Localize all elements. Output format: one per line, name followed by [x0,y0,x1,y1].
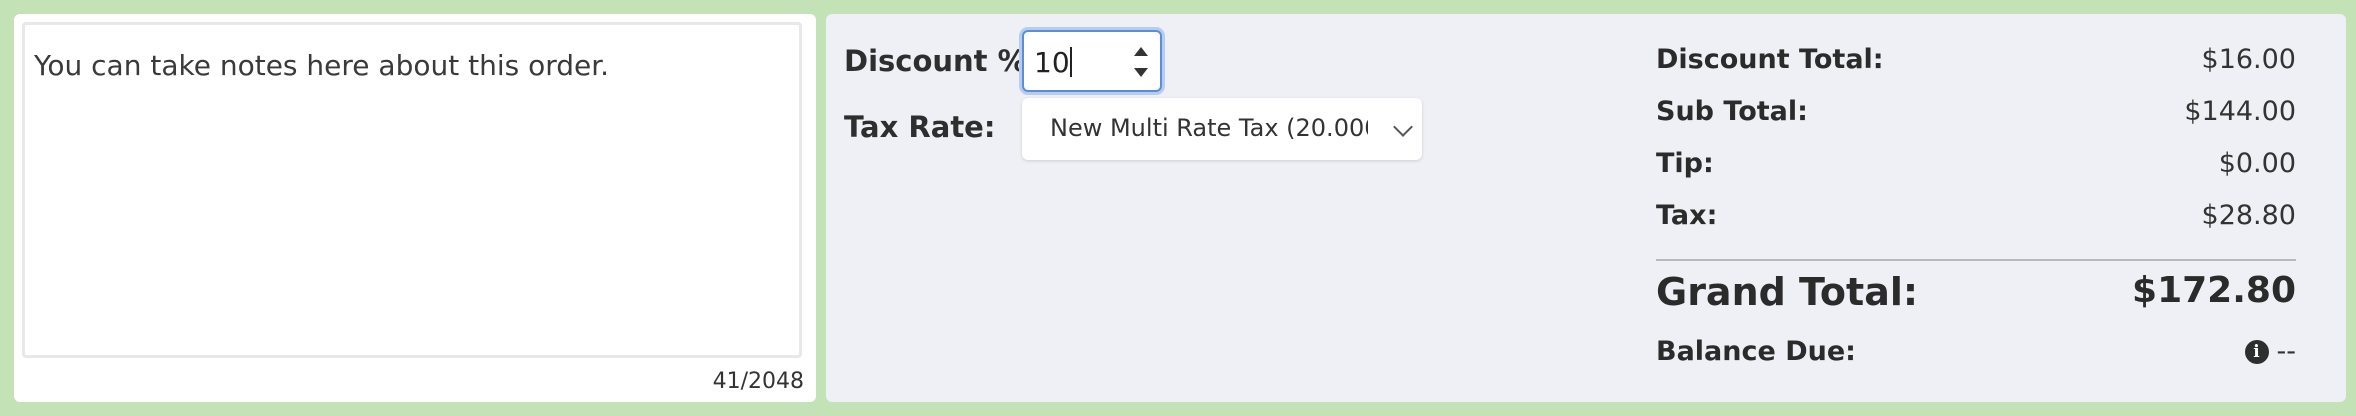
discount-percent-input[interactable]: 10 [1022,30,1162,92]
chevron-down-icon [1393,117,1413,137]
tax-rate-select[interactable]: New Multi Rate Tax (20.000% [1022,98,1422,160]
text-cursor [1069,47,1072,77]
tip-label: Tip: [1656,148,1714,179]
order-notes-panel: You can take notes here about this order… [14,14,816,402]
discount-percent-value: 10 [1034,46,1070,79]
order-notes-textarea[interactable]: You can take notes here about this order… [22,22,802,358]
tip-value: $0.00 [2218,148,2296,179]
balance-due: i -- [2244,336,2297,367]
grand-total-label: Grand Total: [1656,270,1919,314]
stepper-down-icon[interactable] [1134,68,1148,77]
info-icon[interactable]: i [2244,339,2269,364]
discount-total-value: $16.00 [2201,44,2296,75]
tax-amount-label: Tax: [1656,200,1718,231]
discount-total-label: Discount Total: [1656,44,1884,75]
stepper-arrows-icon[interactable] [1130,42,1152,82]
balance-due-value: -- [2276,336,2297,367]
tax-rate-label: Tax Rate: [844,110,996,144]
grand-total-value: $172.80 [2132,270,2296,311]
balance-due-label: Balance Due: [1656,336,1856,367]
totals-divider [1656,259,2296,261]
order-summary-panel: Discount %: 10 Tax Rate: New Multi Rate … [826,14,2346,402]
subtotal-value: $144.00 [2184,96,2296,127]
totals-summary: Discount Total: $16.00 Sub Total: $144.0… [1656,14,2296,402]
notes-char-count: 41/2048 [712,369,804,394]
tax-rate-selected-value: New Multi Rate Tax (20.000% [1050,114,1368,142]
discount-percent-label: Discount %: [844,44,1039,78]
stepper-up-icon[interactable] [1134,47,1148,56]
tax-amount-value: $28.80 [2201,200,2296,231]
subtotal-label: Sub Total: [1656,96,1808,127]
